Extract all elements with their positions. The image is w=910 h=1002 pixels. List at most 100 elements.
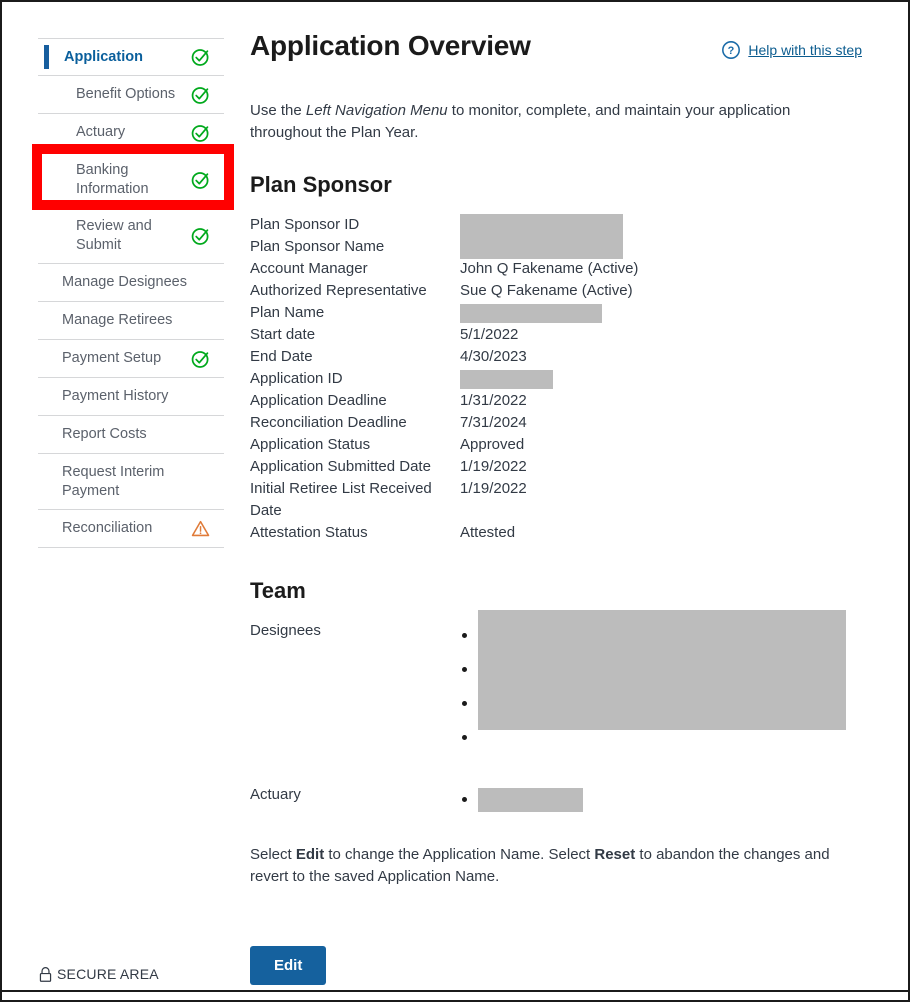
sidebar-item-payment-setup[interactable]: Payment Setup bbox=[38, 340, 224, 378]
detail-row: Start date 5/1/2022 bbox=[250, 324, 862, 346]
intro-emphasis: Left Navigation Menu bbox=[305, 102, 448, 119]
redacted-plan-name bbox=[460, 303, 602, 323]
check-circle-icon bbox=[191, 350, 209, 368]
sidebar-item-actuary[interactable]: Actuary bbox=[38, 114, 224, 152]
detail-key: Plan Sponsor ID bbox=[250, 215, 360, 233]
detail-row: Initial Retiree List Received Date 1/19/… bbox=[250, 478, 862, 522]
sidebar-item-review-and-submit[interactable]: Review and Submit bbox=[38, 208, 224, 264]
sidebar-item-payment-history[interactable]: Payment History bbox=[38, 378, 224, 416]
check-circle-icon bbox=[191, 49, 209, 66]
sidebar-item-application[interactable]: Application bbox=[38, 38, 224, 76]
detail-key: Initial Retiree List Received Date bbox=[250, 479, 432, 519]
detail-value: 1/19/2022 bbox=[460, 479, 527, 497]
check-circle-icon bbox=[191, 86, 209, 104]
detail-key: Application Submitted Date bbox=[250, 457, 431, 475]
redacted-actuary-block bbox=[478, 787, 583, 812]
detail-key: Application ID bbox=[250, 369, 343, 387]
check-circle-icon bbox=[191, 227, 209, 245]
sidebar-item-label: Payment History bbox=[62, 388, 169, 405]
detail-value: Sue Q Fakename (Active) bbox=[460, 281, 633, 299]
sidebar-item-manage-retirees[interactable]: Manage Retirees bbox=[38, 302, 224, 340]
sidebar-item-label: Benefit Options bbox=[76, 86, 176, 103]
detail-row: Application Submitted Date 1/19/2022 bbox=[250, 456, 862, 478]
main-content: Application Overview ? Help with this st… bbox=[250, 30, 862, 985]
sidebar-item-label: Reconciliation bbox=[62, 520, 153, 537]
sidebar-item-label: Payment Setup bbox=[62, 350, 162, 367]
sidebar-item-banking-information[interactable]: Banking Information bbox=[38, 152, 224, 208]
detail-key: Start date bbox=[250, 325, 316, 343]
detail-row: Reconciliation Deadline 7/31/2024 bbox=[250, 412, 862, 434]
secure-area-label: SECURE AREA bbox=[57, 966, 159, 982]
page-header: Application Overview ? Help with this st… bbox=[250, 30, 862, 62]
lock-icon bbox=[39, 966, 52, 982]
sidebar-item-report-costs[interactable]: Report Costs bbox=[38, 416, 224, 454]
detail-value: 1/19/2022 bbox=[460, 457, 527, 475]
note-part-2: to change the Application Name. Select bbox=[324, 845, 595, 863]
note-part-1: Select bbox=[250, 845, 296, 863]
detail-key: Plan Sponsor Name bbox=[250, 237, 385, 255]
sidebar-item-label: Actuary bbox=[76, 124, 126, 141]
detail-value: 5/1/2022 bbox=[460, 325, 519, 343]
detail-value: 1/31/2022 bbox=[460, 391, 527, 409]
sidebar-item-label: Request Interim Payment bbox=[62, 464, 165, 499]
help-with-this-step-link[interactable]: ? Help with this step bbox=[721, 40, 862, 60]
sidebar-item-label: Banking Information bbox=[76, 162, 149, 197]
note-bold-reset: Reset bbox=[594, 845, 636, 863]
detail-value: Approved bbox=[460, 435, 525, 453]
sidebar-item-label: Manage Retirees bbox=[62, 312, 173, 329]
left-navigation-menu: Application Benefit Options Actuary Bank… bbox=[38, 38, 224, 548]
detail-key: Account Manager bbox=[250, 259, 368, 277]
redacted-plan-sponsor-id-name bbox=[460, 213, 623, 259]
sidebar-item-manage-designees[interactable]: Manage Designees bbox=[38, 264, 224, 302]
sidebar-item-benefit-options[interactable]: Benefit Options bbox=[38, 76, 224, 114]
sidebar-item-reconciliation[interactable]: Reconciliation bbox=[38, 510, 224, 548]
detail-row: Attestation Status Attested bbox=[250, 522, 862, 544]
sidebar-item-label: Application bbox=[64, 48, 143, 65]
sidebar-item-label: Manage Designees bbox=[62, 274, 187, 291]
plan-sponsor-details: Plan Sponsor ID Plan Sponsor Name Accoun… bbox=[250, 213, 862, 544]
detail-row: Authorized Representative Sue Q Fakename… bbox=[250, 280, 862, 302]
actuary-row: Actuary bbox=[250, 784, 862, 818]
detail-key: Application Status bbox=[250, 435, 371, 453]
detail-key: Authorized Representative bbox=[250, 281, 427, 299]
detail-key: Plan Name bbox=[250, 303, 325, 321]
edit-instructions: Select Edit to change the Application Na… bbox=[250, 844, 850, 889]
check-circle-icon bbox=[191, 124, 209, 142]
detail-row: Application Deadline 1/31/2022 bbox=[250, 390, 862, 412]
secure-area-indicator: SECURE AREA bbox=[38, 966, 159, 983]
detail-value: John Q Fakename (Active) bbox=[460, 259, 639, 277]
designees-list bbox=[460, 609, 862, 756]
designees-label: Designees bbox=[250, 621, 321, 639]
detail-key: Reconciliation Deadline bbox=[250, 413, 407, 431]
actuary-label: Actuary bbox=[250, 785, 301, 803]
question-circle-icon: ? bbox=[722, 41, 741, 59]
team-heading: Team bbox=[250, 577, 306, 603]
detail-value: Attested bbox=[460, 523, 516, 541]
designees-row: Designees bbox=[250, 609, 862, 756]
redacted-application-id bbox=[460, 369, 553, 389]
actuary-list bbox=[460, 784, 862, 818]
detail-row: Application ID bbox=[250, 368, 862, 390]
detail-value: 7/31/2024 bbox=[460, 413, 527, 431]
sidebar-item-label: Review and Submit bbox=[76, 218, 152, 253]
detail-row: End Date 4/30/2023 bbox=[250, 346, 862, 368]
help-link-label: Help with this step bbox=[748, 42, 862, 58]
intro-text-before: Use the bbox=[250, 102, 306, 119]
detail-row: Application Status Approved bbox=[250, 434, 862, 456]
detail-key: Attestation Status bbox=[250, 523, 368, 541]
plan-sponsor-heading: Plan Sponsor bbox=[250, 171, 392, 197]
redacted-designees-block bbox=[478, 609, 846, 730]
detail-key: Application Deadline bbox=[250, 391, 387, 409]
detail-value: 4/30/2023 bbox=[460, 347, 527, 365]
application-overview-page: Application Benefit Options Actuary Bank… bbox=[0, 0, 910, 1002]
svg-text:?: ? bbox=[728, 45, 735, 57]
detail-key: End Date bbox=[250, 347, 313, 365]
page-title: Application Overview bbox=[250, 30, 531, 61]
intro-paragraph: Use the Left Navigation Menu to monitor,… bbox=[250, 100, 850, 144]
sidebar-item-label: Report Costs bbox=[62, 426, 147, 443]
sidebar-item-request-interim-payment[interactable]: Request Interim Payment bbox=[38, 454, 224, 510]
check-circle-icon bbox=[191, 171, 209, 189]
detail-row: Account Manager John Q Fakename (Active) bbox=[250, 258, 862, 280]
warning-triangle-icon bbox=[191, 520, 210, 536]
note-bold-edit: Edit bbox=[295, 845, 325, 863]
